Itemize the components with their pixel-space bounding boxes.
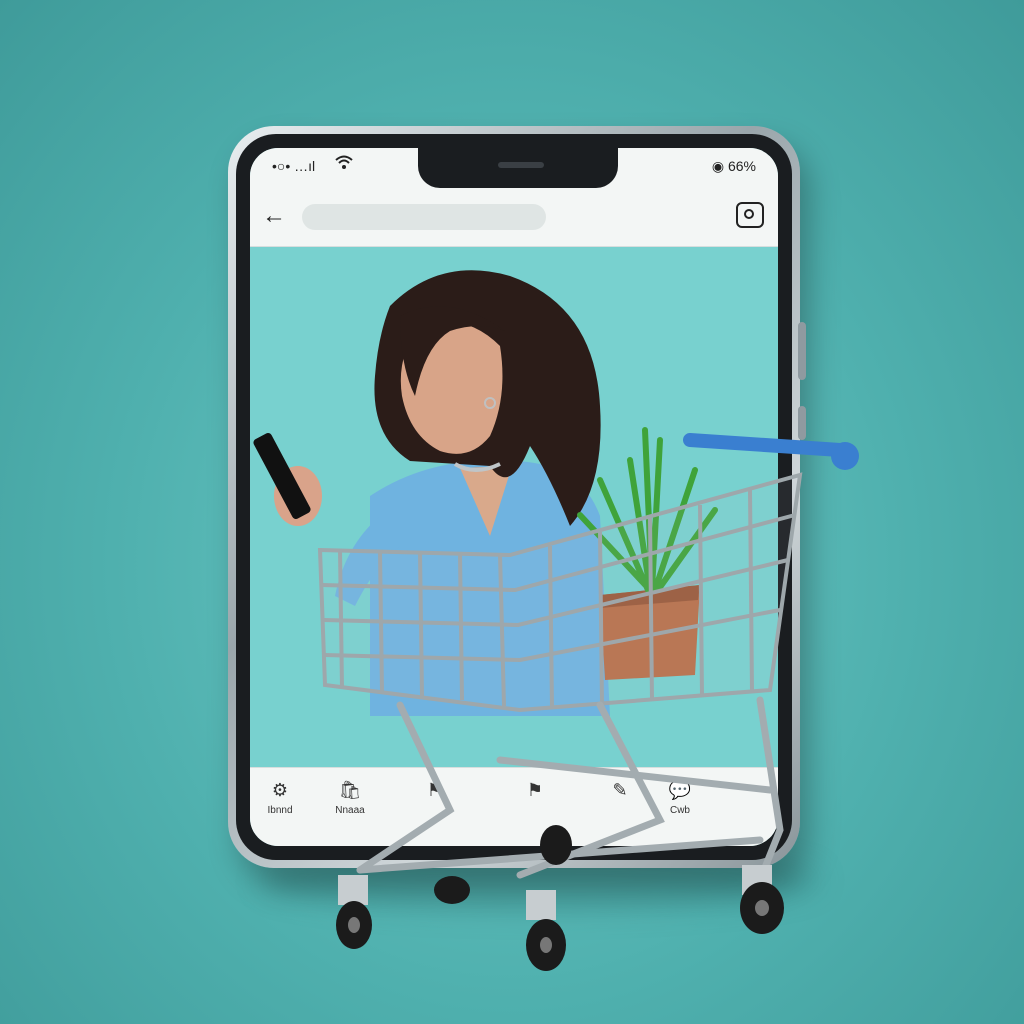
status-signal: •○• …ıl <box>272 158 316 174</box>
back-arrow-icon[interactable]: ← <box>262 202 286 230</box>
cart-handle <box>683 433 847 457</box>
wifi-icon <box>334 154 354 175</box>
search-bar[interactable] <box>302 204 546 230</box>
shopping-cart <box>317 427 859 971</box>
status-battery: ◉ 66% <box>711 158 756 174</box>
speaker <box>498 162 544 168</box>
notch <box>418 148 618 188</box>
scene: •○• …ıl ◉ 66% ← ⚙ Ibnnd 🛍 Nnaaa ⚑ ⚑ ✎ 💬 … <box>0 0 1024 1024</box>
cart-wheels <box>336 825 784 971</box>
cart-basket <box>317 472 803 713</box>
camera-icon[interactable] <box>736 202 764 228</box>
cart-handle-grip <box>831 442 859 470</box>
tab-label: Ibnnd <box>267 805 293 816</box>
app-bar: ← <box>250 188 778 247</box>
side-button <box>798 322 806 380</box>
